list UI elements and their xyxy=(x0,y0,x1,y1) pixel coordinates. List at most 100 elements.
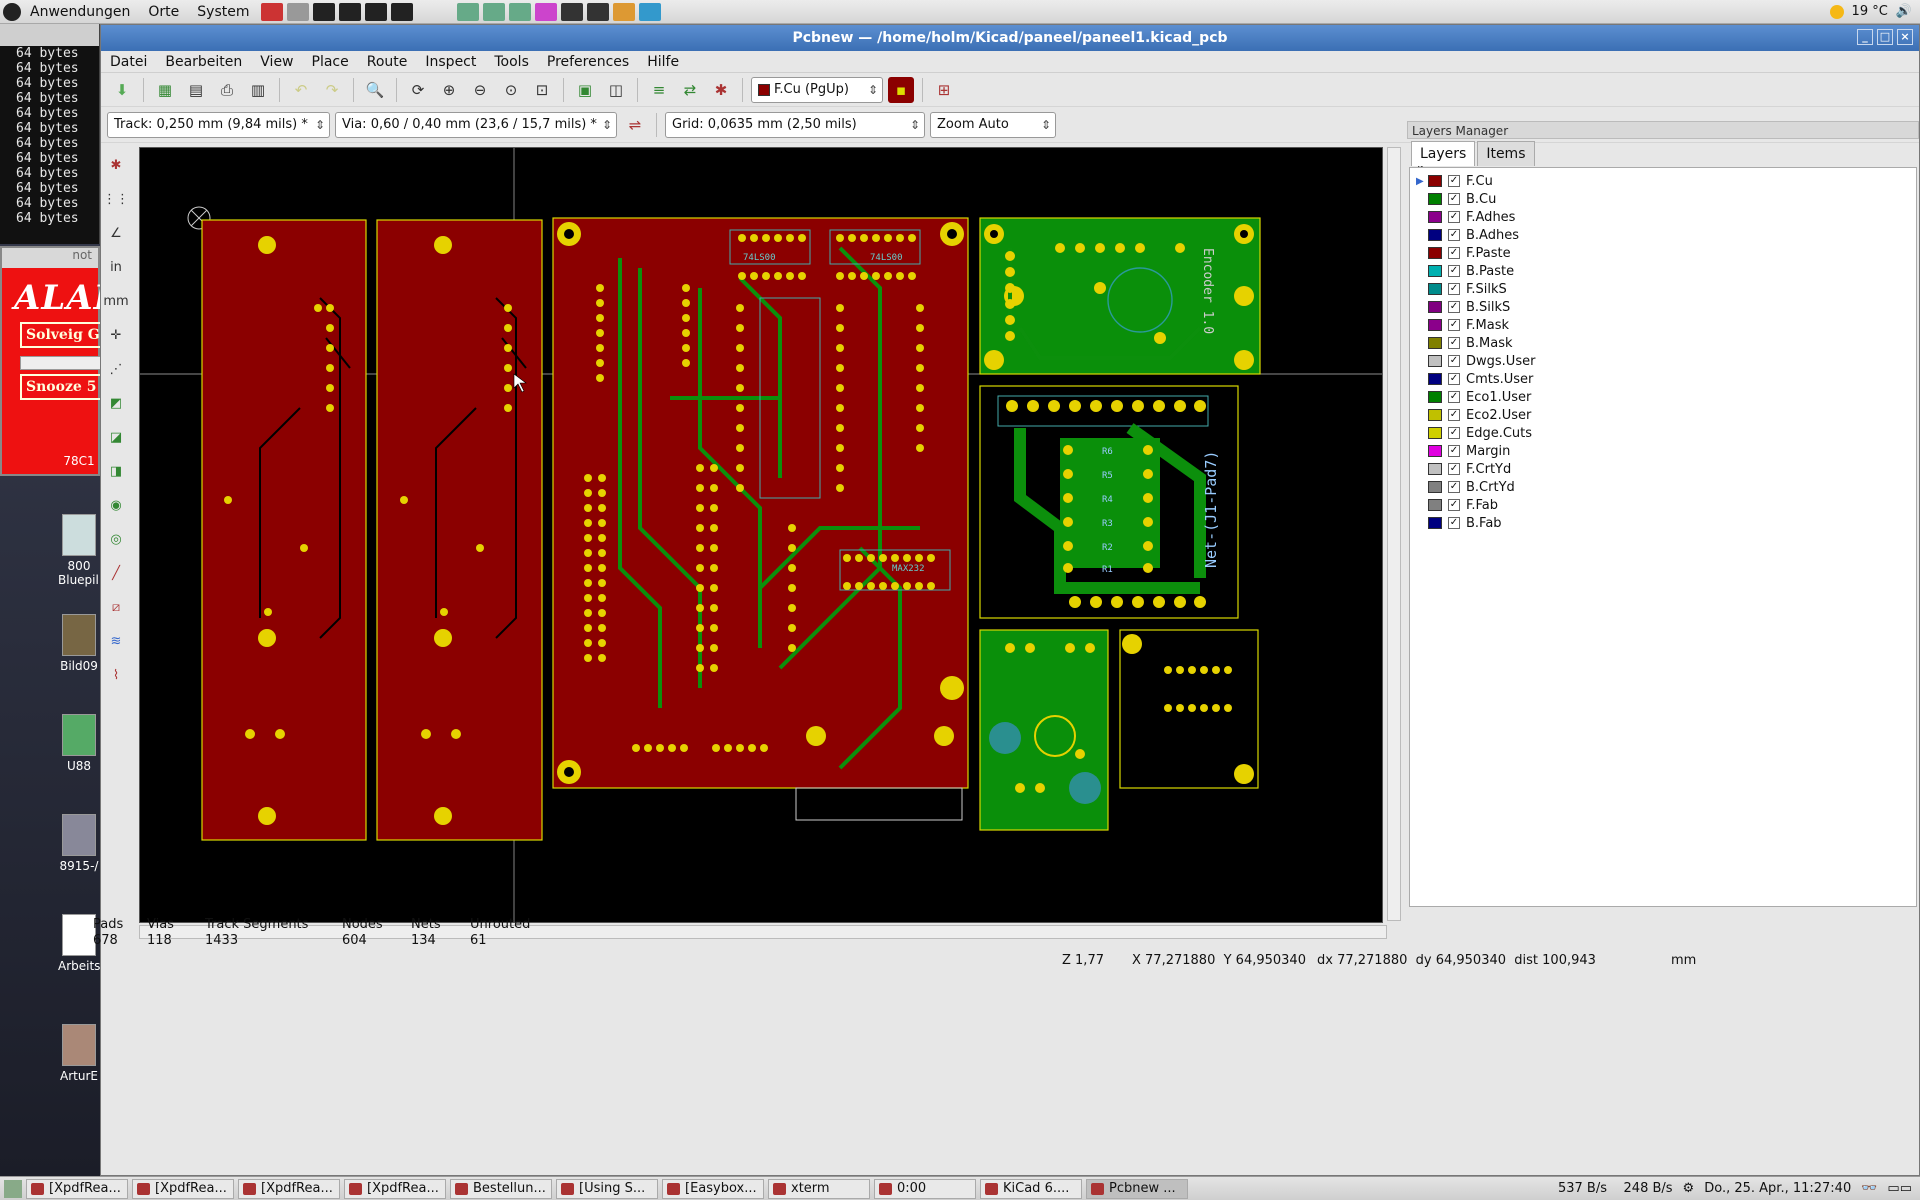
launcher-icon[interactable] xyxy=(534,2,557,21)
drc-markers-icon[interactable]: ✱ xyxy=(103,151,129,179)
grid-toggle-icon[interactable]: ⋮⋮ xyxy=(103,185,129,213)
zoom-area-icon[interactable]: ⊡ xyxy=(529,77,555,103)
layer-color-swatch[interactable] xyxy=(1428,517,1442,529)
layer-visibility-checkbox[interactable]: ✓ xyxy=(1448,427,1460,439)
units-mm-icon[interactable]: mm xyxy=(103,287,129,315)
zone-outline-icon[interactable]: ◪ xyxy=(103,423,129,451)
menu-route[interactable]: Route xyxy=(358,54,417,70)
task-button[interactable]: Bestellun... xyxy=(450,1178,552,1199)
temperature[interactable]: 19 °C xyxy=(1852,4,1888,19)
undo-icon[interactable]: ↶ xyxy=(288,77,314,103)
alarm-window[interactable]: not ALAR Solveig G Snooze 5 xyxy=(0,246,100,476)
layer-color-swatch[interactable] xyxy=(1428,391,1442,403)
via-size-select[interactable]: Via: 0,60 / 0,40 mm (23,6 / 15,7 mils) * xyxy=(335,111,617,138)
find-icon[interactable]: 🔍 xyxy=(362,77,388,103)
layer-visibility-checkbox[interactable]: ✓ xyxy=(1448,373,1460,385)
layer-visibility-checkbox[interactable]: ✓ xyxy=(1448,193,1460,205)
launcher-icon[interactable] xyxy=(586,2,609,21)
settings-icon[interactable]: ⚙ xyxy=(1683,1181,1695,1196)
maximize-icon[interactable]: □ xyxy=(1877,29,1893,45)
layer-visibility-checkbox[interactable]: ✓ xyxy=(1448,229,1460,241)
volume-icon[interactable]: 🔊 xyxy=(1896,4,1912,19)
layer-color-swatch[interactable] xyxy=(1428,373,1442,385)
desktop-icon[interactable]: U88 xyxy=(58,714,100,773)
cursor-shape-icon[interactable]: ✛ xyxy=(103,321,129,349)
layer-row[interactable]: ✓ Margin xyxy=(1410,442,1916,460)
task-button[interactable]: [XpdfRea... xyxy=(132,1178,234,1199)
layer-row[interactable]: ✓ B.Mask xyxy=(1410,334,1916,352)
alarm-titlebar[interactable]: not xyxy=(2,248,98,268)
snooze-button[interactable]: Snooze 5 xyxy=(20,374,100,400)
grid-select[interactable]: Grid: 0,0635 mm (2,50 mils) xyxy=(665,111,925,138)
track-sketch-icon[interactable]: ╱ xyxy=(103,559,129,587)
layer-color-swatch[interactable] xyxy=(1428,337,1442,349)
task-button[interactable]: [XpdfRea... xyxy=(344,1178,446,1199)
tab-layers[interactable]: Layers xyxy=(1411,141,1476,166)
layer-row[interactable]: ✓ B.SilkS xyxy=(1410,298,1916,316)
layer-row[interactable]: ✓ B.Fab xyxy=(1410,514,1916,532)
desktop-icon[interactable]: 78C1 xyxy=(58,454,100,468)
layer-visibility-checkbox[interactable]: ✓ xyxy=(1448,499,1460,511)
launcher-icon[interactable] xyxy=(312,2,335,21)
layer-row[interactable]: ✓ B.Paste xyxy=(1410,262,1916,280)
task-button[interactable]: KiCad 6.... xyxy=(980,1178,1082,1199)
layer-color-swatch[interactable] xyxy=(1428,247,1442,259)
layer-select[interactable]: F.Cu (PgUp) xyxy=(751,76,883,103)
layer-visibility-checkbox[interactable]: ✓ xyxy=(1448,175,1460,187)
tab-items[interactable]: Items xyxy=(1477,141,1535,166)
desktop-icon[interactable]: 8915-/ xyxy=(58,814,100,873)
menu-inspect[interactable]: Inspect xyxy=(416,54,485,70)
task-button[interactable]: [Using S... xyxy=(556,1178,658,1199)
layer-visibility-checkbox[interactable]: ✓ xyxy=(1448,481,1460,493)
layer-color-swatch[interactable] xyxy=(1428,499,1442,511)
layer-visibility-checkbox[interactable]: ✓ xyxy=(1448,211,1460,223)
layer-color-swatch[interactable] xyxy=(1428,355,1442,367)
desktop-icon[interactable]: ArturE xyxy=(58,1024,100,1083)
layer-row[interactable]: ✓ Eco2.User xyxy=(1410,406,1916,424)
netlist-icon[interactable]: ≡ xyxy=(646,77,672,103)
print-icon[interactable]: ⎙ xyxy=(214,77,240,103)
layer-color-swatch[interactable] xyxy=(1428,427,1442,439)
menu-view[interactable]: View xyxy=(251,54,302,70)
drc-icon[interactable]: ✱ xyxy=(708,77,734,103)
layer-row[interactable]: ✓ F.SilkS xyxy=(1410,280,1916,298)
xterm-window[interactable]: 64 bytes 64 bytes 64 bytes 64 bytes 64 b… xyxy=(0,24,100,244)
layer-row[interactable]: ✓ F.Paste xyxy=(1410,244,1916,262)
show-desktop-icon[interactable] xyxy=(4,1179,22,1198)
zoom-select[interactable]: Zoom Auto xyxy=(930,111,1056,138)
polar-coords-icon[interactable]: ∠ xyxy=(103,219,129,247)
layer-row[interactable]: ✓ F.CrtYd xyxy=(1410,460,1916,478)
via-sketch-icon[interactable]: ◎ xyxy=(103,525,129,553)
layer-row[interactable]: ✓ F.Mask xyxy=(1410,316,1916,334)
save-icon[interactable]: ⬇ xyxy=(109,77,135,103)
layer-color-swatch[interactable] xyxy=(1428,409,1442,421)
layer-row[interactable]: ✓ Edge.Cuts xyxy=(1410,424,1916,442)
minimize-icon[interactable]: _ xyxy=(1857,29,1873,45)
launcher-icon[interactable] xyxy=(338,2,361,21)
task-button[interactable]: 0:00 xyxy=(874,1178,976,1199)
units-inch-icon[interactable]: in xyxy=(103,253,129,281)
close-icon[interactable]: × xyxy=(1897,29,1913,45)
layer-row[interactable]: ✓ Eco1.User xyxy=(1410,388,1916,406)
menu-hilfe[interactable]: Hilfe xyxy=(638,54,688,70)
layer-row[interactable]: ✓ Dwgs.User xyxy=(1410,352,1916,370)
layer-color-swatch[interactable] xyxy=(1428,301,1442,313)
task-button[interactable]: xterm xyxy=(768,1178,870,1199)
redo-icon[interactable]: ↷ xyxy=(319,77,345,103)
task-button[interactable]: [XpdfRea... xyxy=(238,1178,340,1199)
layer-color-swatch[interactable] xyxy=(1428,229,1442,241)
task-button-active[interactable]: Pcbnew ... xyxy=(1086,1178,1188,1199)
zoom-in-icon[interactable]: ⊕ xyxy=(436,77,462,103)
xterm-titlebar[interactable] xyxy=(0,24,99,46)
layer-row[interactable]: ✓ Cmts.User xyxy=(1410,370,1916,388)
launcher-icon[interactable] xyxy=(508,2,531,21)
layer-row[interactable]: ✓ B.CrtYd xyxy=(1410,478,1916,496)
menu-datei[interactable]: Datei xyxy=(101,54,156,70)
glasses-icon[interactable]: 👓 xyxy=(1861,1181,1877,1196)
network-speed[interactable]: 537 B/s 248 B/s xyxy=(1558,1181,1673,1196)
layer-visibility-checkbox[interactable]: ✓ xyxy=(1448,319,1460,331)
layer-row[interactable]: ✓ B.Adhes xyxy=(1410,226,1916,244)
zoom-fit-icon[interactable]: ⊙ xyxy=(498,77,524,103)
menu-preferences[interactable]: Preferences xyxy=(538,54,638,70)
layer-row[interactable]: ✓ F.Adhes xyxy=(1410,208,1916,226)
